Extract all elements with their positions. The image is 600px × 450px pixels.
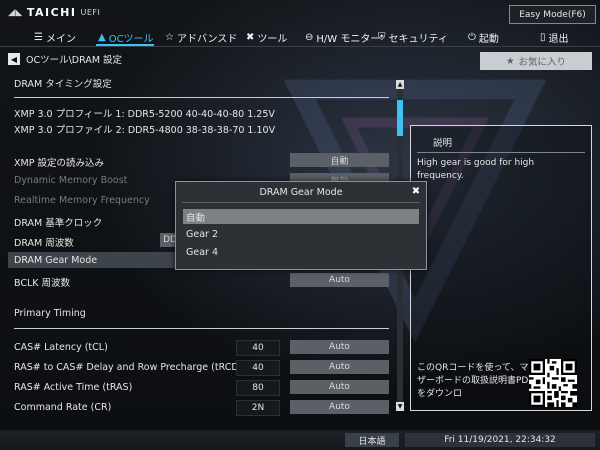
exit-icon: ▯ [540,32,546,43]
back-arrow-icon: ◀ [10,54,18,64]
star-icon: ★ [505,55,515,67]
qr-code-icon [529,359,577,407]
back-button[interactable]: ◀ [8,53,20,65]
section-title: DRAM タイミング設定 [14,79,112,90]
xmp-profile-1: XMP 3.0 プロフィール 1: DDR5-5200 40-40-40-80 … [14,109,275,120]
nav-item-hw-monitor[interactable]: ⊖ H/W モニター [305,30,380,45]
breadcrumb: ◀ OCツール\DRAM 設定 [8,52,122,66]
nav-item-tools[interactable]: ✖ ツール [246,30,287,45]
dialog-title: DRAM Gear Mode [259,187,343,198]
datetime-display: Fri 11/19/2021, 22:34:32 [405,433,595,447]
xmp-profile-2: XMP 3.0 プロファイル 2: DDR5-4800 38-38-38-70 … [14,125,276,136]
bclk-frequency-label[interactable]: BCLK 周波数 [14,275,70,289]
easy-mode-button[interactable]: Easy Mode(F6) [509,5,596,24]
bclk-frequency-value[interactable]: Auto [290,273,389,287]
favorites-button[interactable]: ★ お気に入り [480,52,592,70]
tcl-current: 40 [236,340,280,356]
nav-label: 退出 [548,34,569,45]
brand-logo: ◢◣ TAICHI UEFI [8,6,100,19]
tras-current: 80 [236,380,280,396]
xmp-load-value[interactable]: 自動 [290,153,389,167]
favorites-label: お気に入り [518,57,567,68]
primary-timing-title: Primary Timing [14,308,86,319]
scrollbar-thumb[interactable] [397,100,403,136]
active-tab-indicator [96,44,154,46]
nav-item-oc-tool[interactable]: ▲ OCツール [98,30,154,45]
dram-frequency-label[interactable]: DRAM 周波数 [14,235,74,249]
nav-item-advanced[interactable]: ☆ アドバンスド [165,30,237,45]
dram-gear-mode-label[interactable]: DRAM Gear Mode [14,255,97,266]
breadcrumb-text: OCツール\DRAM 設定 [26,55,123,66]
trcdtrp-current: 40 [236,360,280,376]
language-button[interactable]: 日本語 [345,433,399,447]
nav-label: アドバンスド [176,34,238,45]
list-icon: ☰ [34,32,43,43]
command-rate-value[interactable]: Auto [290,400,389,414]
star-icon: ☆ [165,32,174,43]
dram-base-clock-label[interactable]: DRAM 基準クロック [14,215,102,229]
nav-label: H/W モニター [316,34,381,45]
nav-item-security[interactable]: ⛨ セキュリティ [378,30,448,45]
close-icon[interactable]: ✖ [410,185,422,197]
top-bar: ◢◣ TAICHI UEFI Easy Mode(F6) [0,0,600,26]
description-divider [417,152,585,153]
qr-description: このQRコードを使って、マザーボードの取扱説明書PDFをダウンロ [417,363,534,399]
primary-timing-divider [14,328,389,329]
xmp-load-label[interactable]: XMP 設定の読み込み [14,155,104,169]
nav-label: 起動 [478,34,499,45]
dialog-divider [182,202,420,203]
tcl-label[interactable]: CAS# Latency (tCL) [14,342,108,353]
chevron-down-icon: ▼ [397,403,403,410]
rocket-icon: ▲ [98,32,106,43]
trcdtrp-value[interactable]: Auto [290,360,389,374]
dram-gear-mode-dialog: DRAM Gear Mode ✖ 自動 Gear 2 Gear 4 [175,181,427,270]
command-rate-label[interactable]: Command Rate (CR) [14,402,111,413]
section-divider [14,97,389,98]
option-gear-4[interactable]: Gear 4 [183,245,419,260]
nav-item-main[interactable]: ☰ メイン [34,30,76,45]
description-title: 説明 [433,138,453,149]
tcl-value[interactable]: Auto [290,340,389,354]
description-panel: 説明 High gear is good for high frequency.… [410,125,592,411]
nav-label: メイン [45,34,76,45]
power-icon: ⏻ [468,32,476,43]
main-nav: ☰ メイン ▲ OCツール ☆ アドバンスド ✖ ツール ⊖ H/W モニター … [0,28,600,47]
nav-label: ツール [257,34,288,45]
chevron-up-icon: ▲ [397,81,403,88]
shield-icon: ⛨ [378,32,386,43]
dynamic-memory-boost-label: Dynamic Memory Boost [14,175,128,186]
scroll-up-button[interactable]: ▲ [396,80,404,89]
option-auto[interactable]: 自動 [183,209,419,224]
description-text: High gear is good for high frequency. [417,158,535,181]
tras-value[interactable]: Auto [290,380,389,394]
brand-mark-icon: ◢◣ [8,7,23,18]
nav-label: セキュリティ [388,34,448,45]
monitor-icon: ⊖ [305,32,314,43]
trcdtrp-label[interactable]: RAS# to CAS# Delay and Row Precharge (tR… [14,362,258,373]
tras-label[interactable]: RAS# Active Time (tRAS) [14,382,132,393]
command-rate-current: 2N [236,400,280,416]
nav-label: OCツール [108,34,154,45]
nav-item-boot[interactable]: ⏻ 起動 [468,30,499,45]
tools-icon: ✖ [246,32,255,43]
brand-name: TAICHI [26,6,77,19]
nav-item-exit[interactable]: ▯ 退出 [540,30,569,45]
scroll-down-button[interactable]: ▼ [396,402,404,411]
option-gear-2[interactable]: Gear 2 [183,227,419,242]
brand-suffix: UEFI [80,8,101,17]
realtime-memory-frequency-label: Realtime Memory Frequency [14,195,150,206]
